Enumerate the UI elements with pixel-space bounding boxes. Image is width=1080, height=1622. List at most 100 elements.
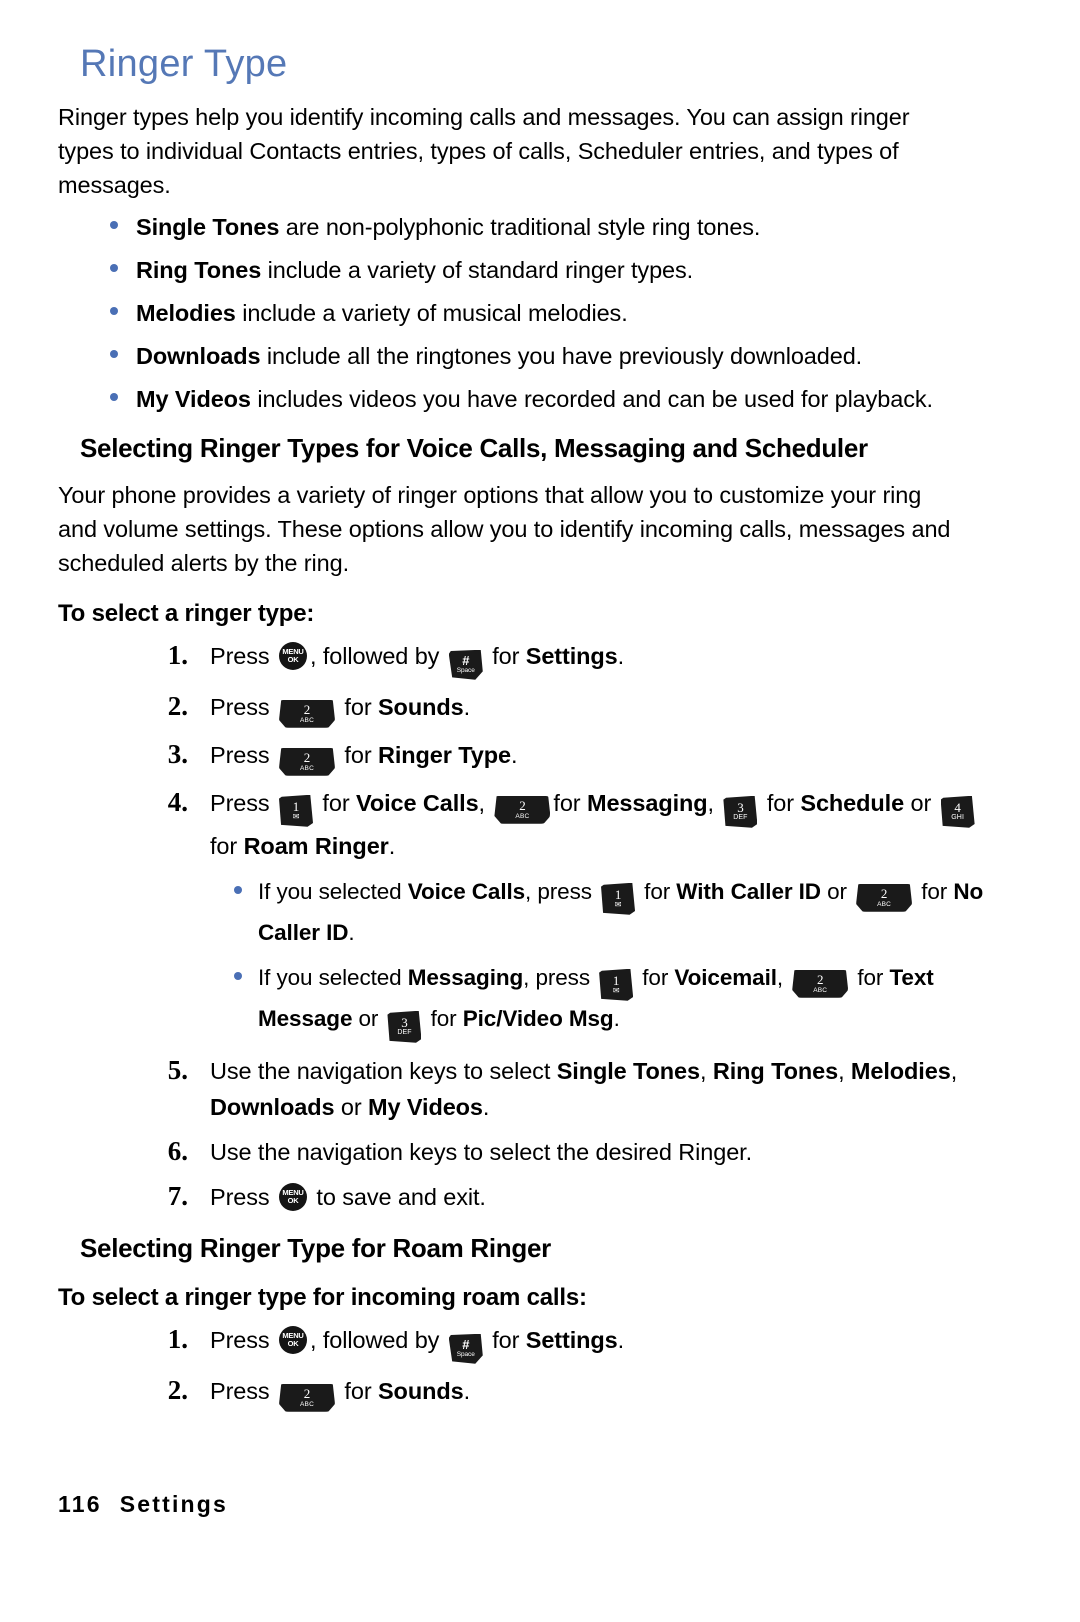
step-text: Press 2 ABC for Sounds.: [210, 1373, 1010, 1412]
subheading-roam-calls: To select a ringer type for incoming roa…: [58, 1283, 587, 1311]
step-text-fragment: Press: [210, 789, 276, 816]
intro-paragraph: Ringer types help you identify incoming …: [58, 103, 910, 198]
list-item-description: are non-polyphonic traditional style rin…: [279, 213, 761, 240]
sub-text-fragment: , press: [523, 964, 597, 990]
key-1-icon: 1 ✉: [599, 968, 634, 1001]
bullet-dot-icon: [110, 220, 118, 229]
step-text: Press MENU OK, followed by # Space for Set…: [210, 638, 1010, 680]
footer-page-number: 116: [58, 1491, 102, 1517]
step-text: Press MENU OK, followed by # Space for Set…: [210, 1322, 1010, 1364]
section-one-paragraph: Your phone provides a variety of ringer …: [58, 481, 951, 576]
key-label-secondary: ABC: [300, 716, 314, 724]
sub-text-emphasis: Pic/Video Msg: [462, 1005, 614, 1031]
key-label-secondary: ABC: [515, 812, 530, 820]
step-text-emphasis: Voice Calls: [355, 789, 479, 816]
step-text-fragment: , followed by: [310, 1326, 446, 1353]
step-text-fragment: , followed by: [310, 642, 446, 669]
key-label-primary: 3: [737, 799, 744, 815]
step-text: Press MENU OK to save and exit.: [210, 1179, 1010, 1215]
key-label-secondary: DEF: [733, 813, 748, 821]
document-page: Ringer Type Ringer types help you identi…: [0, 0, 1080, 1622]
list-item-term: Downloads: [136, 342, 261, 369]
list-item-description: includes videos you have recorded and ca…: [250, 385, 933, 412]
step-4-sub-bullets: If you selected Voice Calls, press 1 ✉ fo…: [58, 874, 1022, 1043]
list-item-term: Single Tones: [136, 213, 280, 240]
key-label-primary: 2: [303, 701, 311, 717]
sub-text-fragment: ,: [776, 964, 790, 990]
sub-text-fragment: for: [851, 964, 890, 990]
step-item: 2. Press 2 ABC for Sounds.: [58, 1373, 1022, 1412]
steps-list-roam-ringer: 1. Press MENU OK, followed by # Space for …: [58, 1322, 1022, 1412]
step-number: 7.: [167, 1180, 188, 1211]
key-label-secondary: OK: [287, 1195, 299, 1205]
list-item-term: My Videos: [136, 385, 251, 412]
key-label-primary: 2: [303, 749, 311, 765]
step-text-fragment: for: [316, 789, 356, 816]
step-text-emphasis: Schedule: [800, 789, 905, 816]
step-text-fragment: ,: [478, 789, 492, 816]
key-label-primary: #: [462, 652, 470, 668]
key-2-icon: 2 ABC: [494, 795, 551, 824]
step-text-emphasis: Single Tones: [556, 1057, 700, 1084]
bullet-dot-icon: [234, 885, 242, 894]
step-item: 3. Press 2 ABC for Ringer Type.: [58, 737, 1022, 776]
key-label-primary: 2: [303, 1385, 311, 1401]
step-text-emphasis: Messaging: [586, 789, 708, 816]
key-2-icon: 2 ABC: [279, 1383, 335, 1412]
key-3-icon: 3 DEF: [723, 795, 758, 828]
key-label-primary: 1: [292, 798, 300, 814]
list-item: If you selected Messaging, press 1 ✉ for …: [234, 960, 1022, 1043]
key-label-primary: 2: [816, 971, 824, 987]
menu-ok-key-icon: MENU OK: [279, 1182, 307, 1211]
list-item: My Videos includes videos you have recor…: [110, 384, 1022, 415]
hash-space-key-icon: # Space: [448, 1333, 483, 1364]
ringer-types-list: Single Tones are non-polyphonic traditio…: [58, 212, 1022, 415]
step-text-fragment: for: [338, 1377, 378, 1404]
step-text-emphasis: Sounds: [377, 693, 464, 720]
step-number: 6.: [167, 1135, 188, 1166]
key-label-primary: 1: [612, 972, 620, 988]
sub-text-fragment: .: [613, 1005, 620, 1031]
key-3-icon: 3 DEF: [387, 1010, 422, 1043]
sub-text-fragment: for: [638, 878, 677, 904]
step-text-fragment: .: [617, 642, 625, 669]
step-text-fragment: Press: [210, 642, 276, 669]
key-2-icon: 2 ABC: [792, 969, 849, 998]
step-text-fragment: to save and exit.: [310, 1183, 486, 1210]
bullet-dot-icon: [110, 306, 118, 315]
step-number: 1.: [167, 639, 188, 670]
sub-text-fragment: for: [915, 878, 954, 904]
step-number: 1.: [167, 1323, 188, 1354]
list-item: If you selected Voice Calls, press 1 ✉ fo…: [234, 874, 1022, 950]
key-label-primary: #: [462, 1336, 470, 1352]
bullet-dot-icon: [110, 263, 118, 272]
sub-text-fragment: or: [820, 878, 854, 904]
sub-text-fragment: or: [352, 1005, 385, 1031]
list-item-description: include a variety of musical melodies.: [235, 299, 628, 326]
page-footer: 116 Settings: [58, 1491, 228, 1518]
step-text-fragment: Press: [210, 741, 276, 768]
key-2-icon: 2 ABC: [856, 883, 913, 912]
step-text-fragment: ,: [950, 1057, 958, 1084]
step-text-fragment: for: [485, 1326, 526, 1353]
key-label-secondary: Space: [456, 666, 475, 674]
menu-ok-key-icon: MENU OK: [279, 641, 307, 670]
step-text-fragment: Use the navigation keys to select: [210, 1057, 557, 1084]
list-item: Melodies include a variety of musical me…: [110, 298, 1022, 329]
steps-list-continued: 5. Use the navigation keys to select Sin…: [58, 1053, 1022, 1215]
step-text-fragment: for: [210, 832, 244, 859]
key-label-secondary: ✉: [614, 899, 622, 909]
step-number: 3.: [167, 738, 188, 769]
step-text-fragment: for: [338, 741, 378, 768]
key-label-secondary: ABC: [813, 986, 828, 994]
step-text: Press 1 ✉ for Voice Calls, 2 ABC for Messag…: [210, 785, 1010, 864]
hash-space-key-icon: # Space: [448, 649, 483, 680]
step-item: 7. Press MENU OK to save and exit.: [58, 1179, 1022, 1215]
section-heading-roam-ringer: Selecting Ringer Type for Roam Ringer: [80, 1232, 551, 1263]
step-item: 6. Use the navigation keys to select the…: [58, 1134, 1022, 1170]
key-label-secondary: ✉: [292, 811, 300, 821]
step-text-fragment: for: [760, 789, 801, 816]
sub-text-fragment: If you selected: [258, 964, 408, 990]
step-text-fragment: or: [334, 1093, 368, 1120]
step-text-emphasis: Settings: [525, 642, 618, 669]
